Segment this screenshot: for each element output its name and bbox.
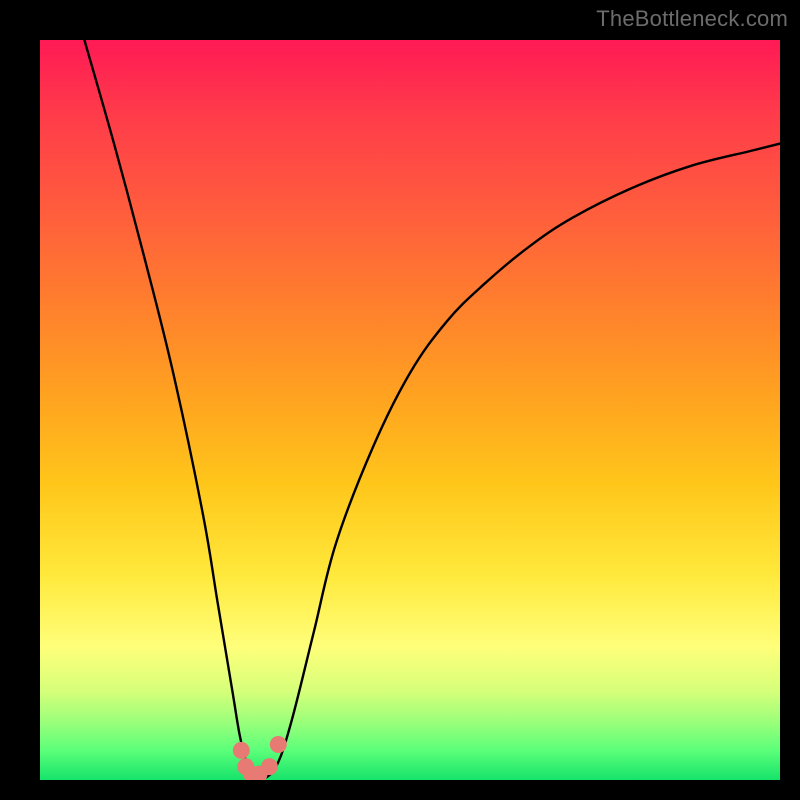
chart-frame: TheBottleneck.com xyxy=(0,0,800,800)
curve-marker xyxy=(233,742,250,759)
plot-area xyxy=(40,40,780,780)
bottleneck-curve xyxy=(84,40,780,780)
curve-marker xyxy=(251,766,268,780)
curve-marker xyxy=(261,758,278,775)
chart-svg xyxy=(40,40,780,780)
curve-marker xyxy=(243,766,260,780)
curve-markers xyxy=(233,736,287,780)
curve-marker xyxy=(237,758,254,775)
watermark-text: TheBottleneck.com xyxy=(596,6,788,32)
curve-marker xyxy=(270,736,287,753)
